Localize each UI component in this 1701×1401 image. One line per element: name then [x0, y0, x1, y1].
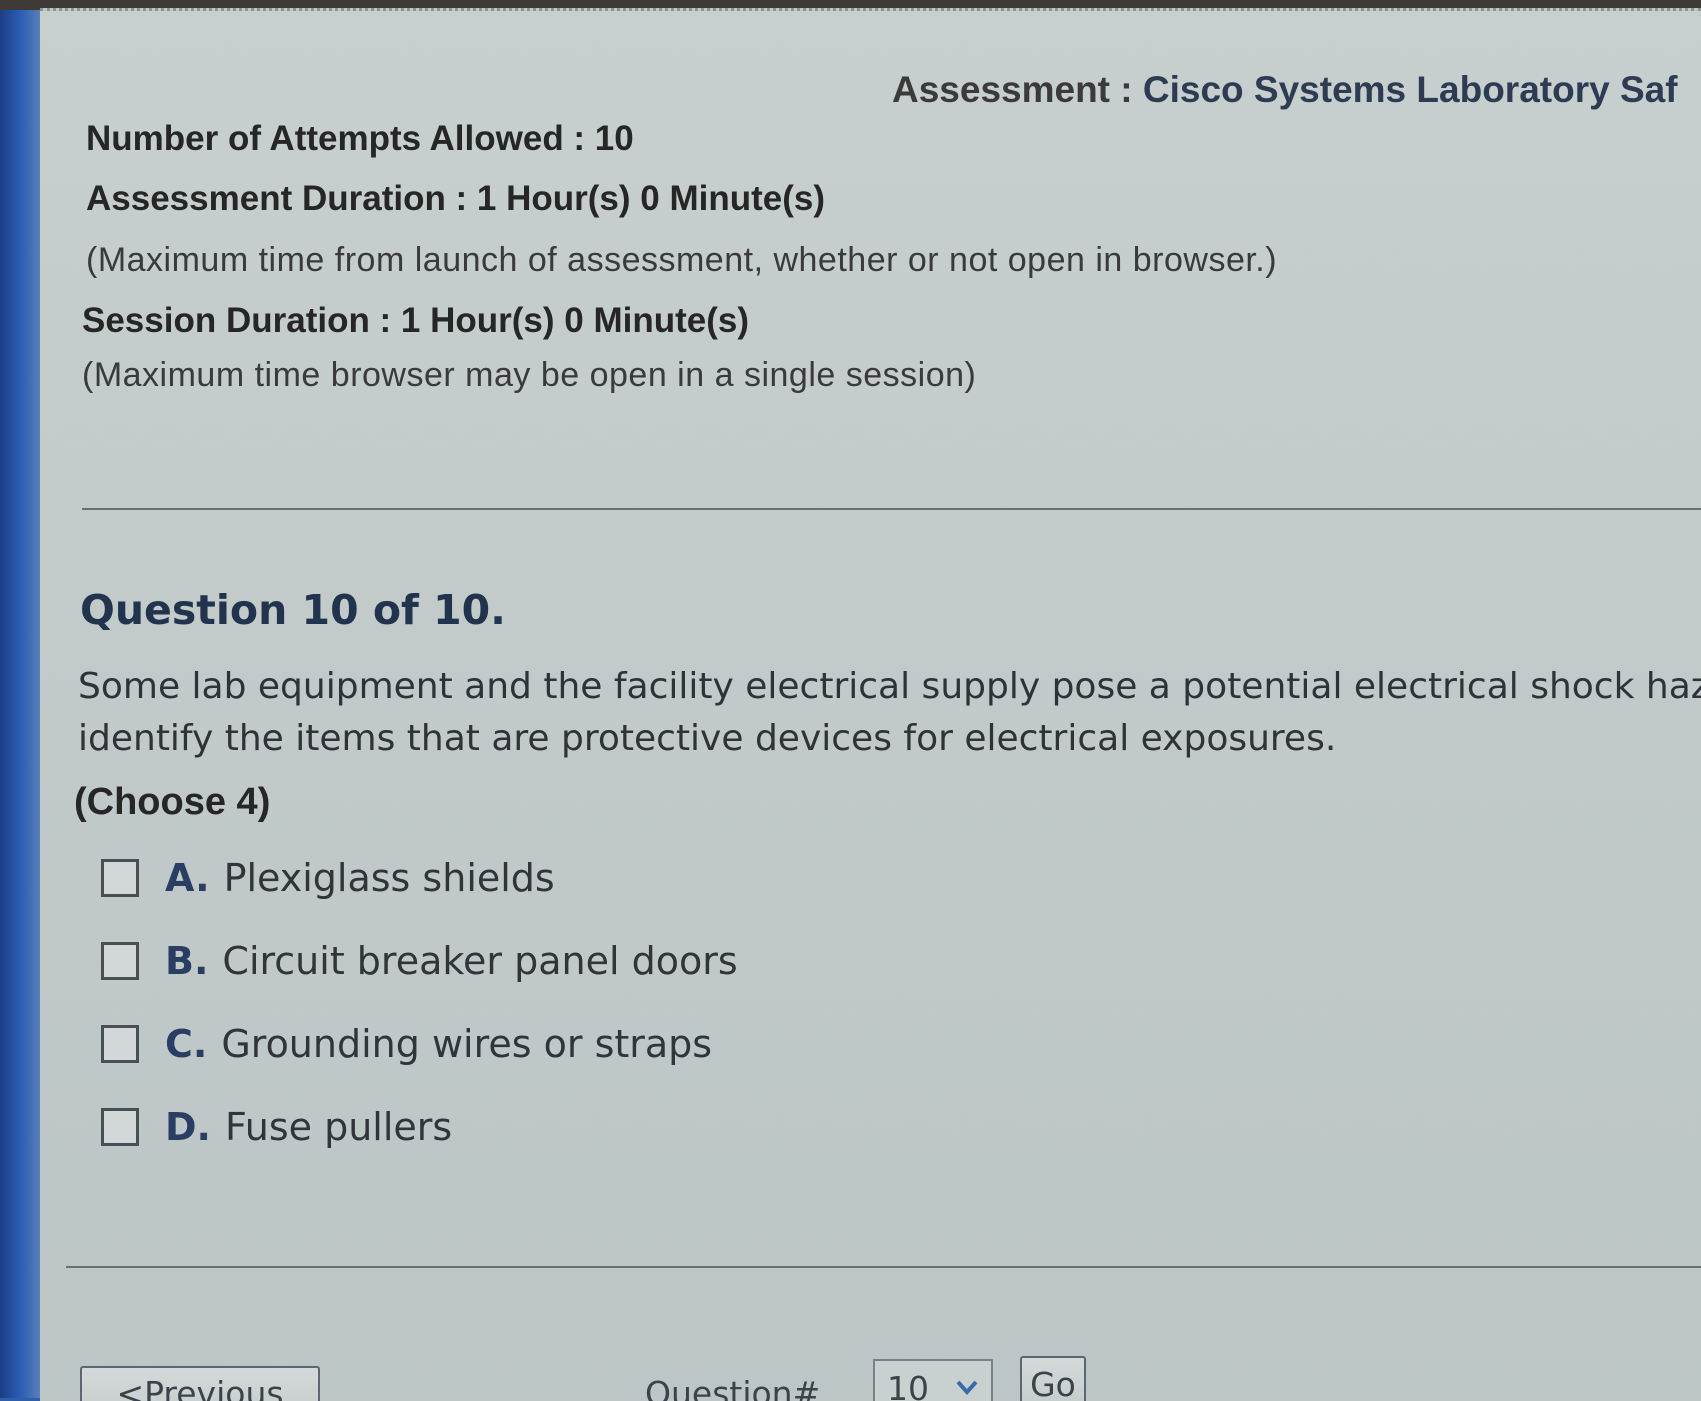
option-b-letter: B. [165, 939, 208, 983]
go-button[interactable]: Go [1020, 1356, 1086, 1401]
chevron-down-icon [955, 1375, 979, 1399]
monitor-bezel [0, 0, 40, 1398]
question-header: Question 10 of 10. [80, 586, 506, 634]
option-b-checkbox[interactable] [101, 942, 139, 980]
question-number-select[interactable]: 10 [873, 1359, 993, 1401]
option-b-label: Circuit breaker panel doors [222, 939, 737, 983]
assessment-title-label: Assessment : [892, 69, 1143, 110]
question-number-value: 10 [887, 1369, 929, 1401]
option-c-checkbox[interactable] [101, 1025, 139, 1063]
assessment-page: Assessment : Cisco Systems Laboratory Sa… [40, 8, 1701, 1401]
session-duration: Session Duration : 1 Hour(s) 0 Minute(s) [82, 301, 749, 341]
option-d-label: Fuse pullers [225, 1105, 452, 1149]
option-c-label: Grounding wires or straps [221, 1022, 712, 1066]
choose-count: (Choose 4) [74, 781, 270, 824]
divider-bottom [66, 1266, 1701, 1268]
assessment-duration-note: (Maximum time from launch of assessment,… [86, 241, 1277, 280]
assessment-duration: Assessment Duration : 1 Hour(s) 0 Minute… [86, 179, 825, 219]
option-a-checkbox[interactable] [101, 859, 139, 897]
question-text: Some lab equipment and the facility elec… [78, 661, 1701, 765]
assessment-title-value: Cisco Systems Laboratory Saf [1143, 69, 1678, 110]
question-number-label: Question# [645, 1374, 820, 1401]
attempts-allowed: Number of Attempts Allowed : 10 [86, 119, 634, 159]
question-text-line-1: Some lab equipment and the facility elec… [78, 661, 1701, 713]
option-a-letter: A. [165, 856, 210, 900]
option-a-label: Plexiglass shields [224, 856, 555, 900]
option-b[interactable]: B. Circuit breaker panel doors [101, 936, 738, 986]
option-c-letter: C. [165, 1022, 207, 1066]
option-d-letter: D. [165, 1105, 211, 1149]
divider-top [82, 508, 1701, 510]
question-text-line-2: identify the items that are protective d… [78, 713, 1701, 765]
option-a[interactable]: A. Plexiglass shields [101, 853, 555, 903]
session-duration-note: (Maximum time browser may be open in a s… [82, 356, 976, 395]
assessment-title: Assessment : Cisco Systems Laboratory Sa… [892, 69, 1678, 111]
option-d-checkbox[interactable] [101, 1108, 139, 1146]
option-d[interactable]: D. Fuse pullers [101, 1102, 452, 1152]
previous-button[interactable]: <Previous [80, 1366, 320, 1401]
option-c[interactable]: C. Grounding wires or straps [101, 1019, 712, 1069]
